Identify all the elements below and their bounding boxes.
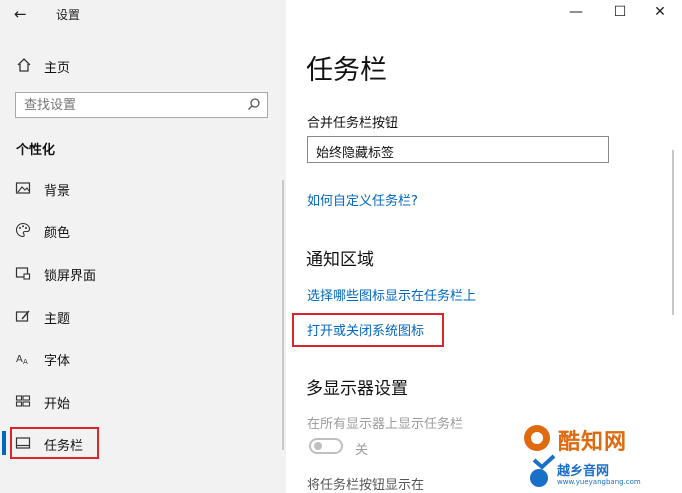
sidebar-item-label: 锁屏界面	[44, 269, 97, 284]
watermark-url: www.yueyangbang.com	[557, 478, 641, 486]
image-icon	[15, 182, 31, 194]
notification-area-heading: 通知区域	[306, 250, 374, 270]
settings-sidebar	[0, 0, 286, 493]
palette-icon	[15, 222, 31, 238]
font-icon: A A	[16, 354, 28, 366]
settings-search-box[interactable]	[15, 92, 268, 118]
close-button[interactable]: ✕	[650, 4, 670, 20]
sidebar-home-label: 主页	[44, 61, 71, 76]
svg-text:A: A	[23, 358, 28, 366]
search-input[interactable]	[16, 93, 234, 117]
taskbar-highlight-box	[10, 427, 99, 459]
section-title: 个性化	[16, 143, 56, 158]
start-icon	[15, 395, 31, 407]
sidebar-item-label: 开始	[44, 397, 71, 412]
system-icons-highlight-box	[292, 313, 444, 347]
watermark-brand: 酷知网	[558, 430, 628, 455]
page-title: 任务栏	[306, 55, 387, 86]
sidebar-item-label: 颜色	[44, 226, 71, 241]
search-icon[interactable]	[247, 97, 261, 111]
watermark-subtitle: 越乡音网	[557, 464, 610, 479]
sidebar-item-label: 主题	[44, 312, 71, 327]
minimize-button[interactable]: —	[566, 4, 586, 20]
multi-display-heading: 多显示器设置	[306, 379, 408, 399]
theme-icon	[15, 310, 30, 322]
toggle-knob	[314, 442, 322, 450]
sidebar-item-label: 背景	[44, 184, 71, 199]
sidebar-scrollbar[interactable]	[282, 180, 284, 450]
window-title: 设置	[56, 8, 81, 22]
customize-taskbar-link[interactable]: 如何自定义任务栏?	[307, 190, 418, 209]
content-scrollbar[interactable]	[672, 150, 674, 315]
combine-buttons-label: 合并任务栏按钮	[307, 116, 399, 131]
home-icon	[17, 58, 31, 72]
back-arrow-icon[interactable]: ←	[14, 5, 27, 23]
show-buttons-on-label: 将任务栏按钮显示在	[307, 478, 425, 493]
toggle-state-label: 关	[355, 443, 369, 458]
select-icons-link[interactable]: 选择哪些图标显示在任务栏上	[307, 285, 476, 304]
lock-screen-icon	[15, 267, 31, 280]
sidebar-item-label: 字体	[44, 354, 71, 369]
show-all-displays-toggle[interactable]	[309, 438, 343, 454]
selected-indicator	[2, 431, 6, 455]
combine-buttons-dropdown[interactable]: 始终隐藏标签	[307, 136, 609, 163]
maximize-button[interactable]: ☐	[610, 4, 630, 20]
show-all-displays-label: 在所有显示器上显示任务栏	[307, 417, 464, 432]
svg-text:A: A	[16, 354, 23, 365]
